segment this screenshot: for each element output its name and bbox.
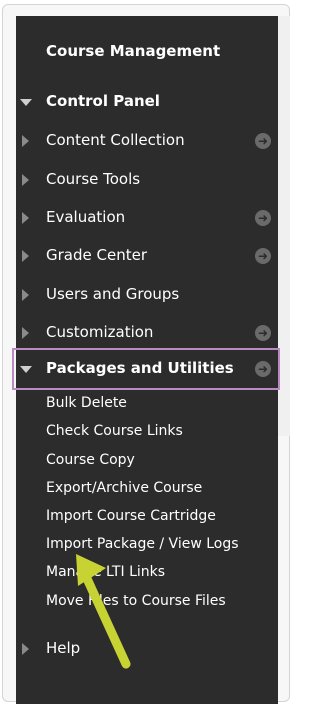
circle-arrow-icon[interactable]: ➜ bbox=[255, 210, 271, 226]
menu-item-label: Packages and Utilities bbox=[46, 359, 234, 377]
menu-item-users-and-groups[interactable]: Users and Groups bbox=[16, 277, 278, 313]
collapsed-triangle-icon bbox=[22, 250, 29, 262]
menu-item-label: Content Collection bbox=[46, 131, 185, 149]
circle-arrow-icon[interactable]: ➜ bbox=[255, 325, 271, 341]
circle-arrow-icon[interactable]: ➜ bbox=[255, 133, 271, 149]
pointer-arrow-icon bbox=[76, 554, 131, 669]
collapsed-triangle-icon bbox=[22, 643, 29, 655]
circle-arrow-icon[interactable]: ➜ bbox=[255, 248, 271, 264]
menu-item-course-tools[interactable]: Course Tools bbox=[16, 162, 278, 198]
submenu-check-course-links[interactable]: Check Course Links bbox=[46, 423, 183, 439]
submenu-course-copy[interactable]: Course Copy bbox=[46, 452, 135, 468]
menu-item-label: Users and Groups bbox=[46, 285, 180, 303]
menu-item-grade-center[interactable]: Grade Center ➜ bbox=[16, 238, 278, 274]
menu-item-label: Customization bbox=[46, 323, 154, 341]
menu-item-content-collection[interactable]: Content Collection ➜ bbox=[16, 123, 278, 159]
menu-item-evaluation[interactable]: Evaluation ➜ bbox=[16, 200, 278, 236]
menu-item-label: Course Tools bbox=[46, 170, 141, 188]
menu-item-customization[interactable]: Customization ➜ bbox=[16, 315, 278, 351]
submenu-bulk-delete[interactable]: Bulk Delete bbox=[46, 395, 127, 411]
submenu-import-package-view-logs[interactable]: Import Package / View Logs bbox=[46, 536, 239, 552]
menu-item-packages-and-utilities[interactable]: Packages and Utilities ➜ bbox=[16, 351, 278, 387]
collapsed-triangle-icon bbox=[22, 212, 29, 224]
expanded-triangle-icon bbox=[20, 366, 32, 373]
control-panel-header[interactable]: Control Panel bbox=[16, 84, 278, 120]
collapsed-triangle-icon bbox=[22, 174, 29, 186]
menu-item-label: Grade Center bbox=[46, 246, 147, 264]
submenu-import-course-cartridge[interactable]: Import Course Cartridge bbox=[46, 508, 216, 524]
collapsed-triangle-icon bbox=[22, 289, 29, 301]
menu-item-help[interactable]: Help bbox=[16, 631, 278, 667]
expanded-triangle-icon bbox=[20, 99, 32, 106]
circle-arrow-icon[interactable]: ➜ bbox=[255, 361, 271, 377]
collapsed-triangle-icon bbox=[22, 327, 29, 339]
collapsed-triangle-icon bbox=[22, 135, 29, 147]
menu-item-label: Evaluation bbox=[46, 208, 126, 226]
course-management-title: Course Management bbox=[46, 42, 221, 60]
control-panel-label: Control Panel bbox=[46, 92, 160, 110]
submenu-export-archive-course[interactable]: Export/Archive Course bbox=[46, 480, 202, 496]
